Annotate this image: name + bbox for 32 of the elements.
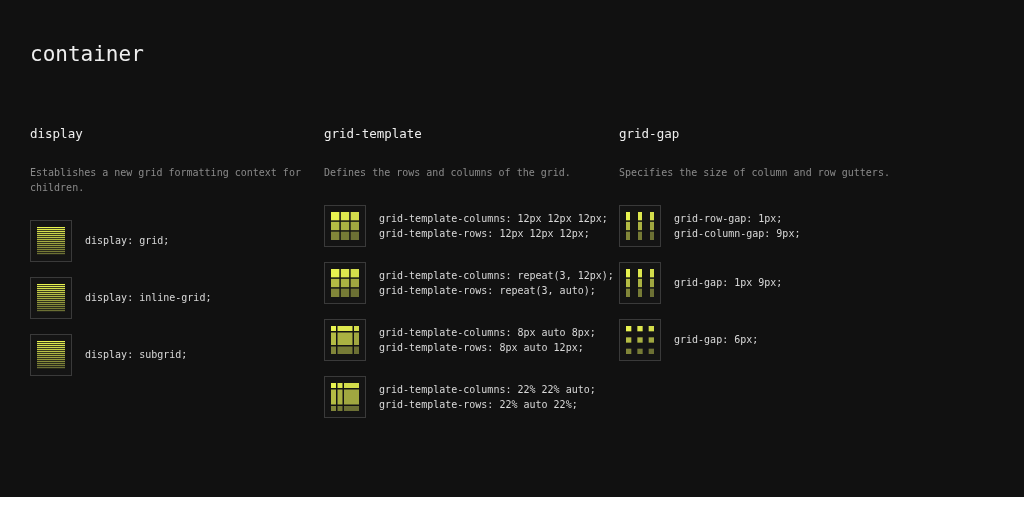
section-heading: grid-gap: [619, 126, 681, 141]
split-grid-icon: [324, 376, 366, 418]
code-line: grid-template-rows: 8px auto 12px;: [379, 340, 585, 355]
code-line: display: subgrid;: [85, 348, 188, 362]
section-heading: grid-template: [324, 126, 423, 141]
code-line: display: grid;: [85, 234, 170, 248]
grid-icon: [324, 205, 366, 247]
bars-icon: [619, 205, 661, 247]
code-line: grid-gap: 1px 9px;: [674, 276, 783, 290]
code-line: grid-template-rows: 22% auto 22%;: [379, 397, 579, 412]
code-line: grid-template-columns: 8px auto 8px;: [379, 325, 596, 340]
lines-icon: [30, 277, 72, 319]
dots-icon: [619, 319, 661, 361]
code-line: grid-template-rows: 12px 12px 12px;: [379, 226, 591, 241]
code-line: display: inline-grid;: [85, 291, 212, 305]
section-description: Specifies the size of column and row gutters.: [619, 166, 891, 180]
code-line: grid-template-columns: 22% 22% auto;: [379, 382, 596, 397]
section-description: Defines the rows and columns of the grid.: [324, 166, 572, 180]
code-line: grid-template-rows: repeat(3, auto);: [379, 283, 597, 298]
code-line: grid-template-columns: repeat(3, 12px);: [379, 268, 614, 283]
code-line: grid-gap: 6px;: [674, 333, 759, 347]
code-line: grid-template-columns: 12px 12px 12px;: [379, 211, 608, 226]
grid-icon: [324, 262, 366, 304]
lines-icon: [30, 334, 72, 376]
code-line: grid-row-gap: 1px;: [674, 211, 784, 226]
code-line: grid-column-gap: 9px;: [674, 226, 801, 241]
section-heading: display: [30, 126, 84, 141]
page-title: container: [30, 42, 145, 66]
lines-icon: [30, 220, 72, 262]
bars-icon: [619, 262, 661, 304]
framed-grid-icon: [324, 319, 366, 361]
section-description: Establishes a new grid formatting context for children.: [30, 166, 302, 195]
